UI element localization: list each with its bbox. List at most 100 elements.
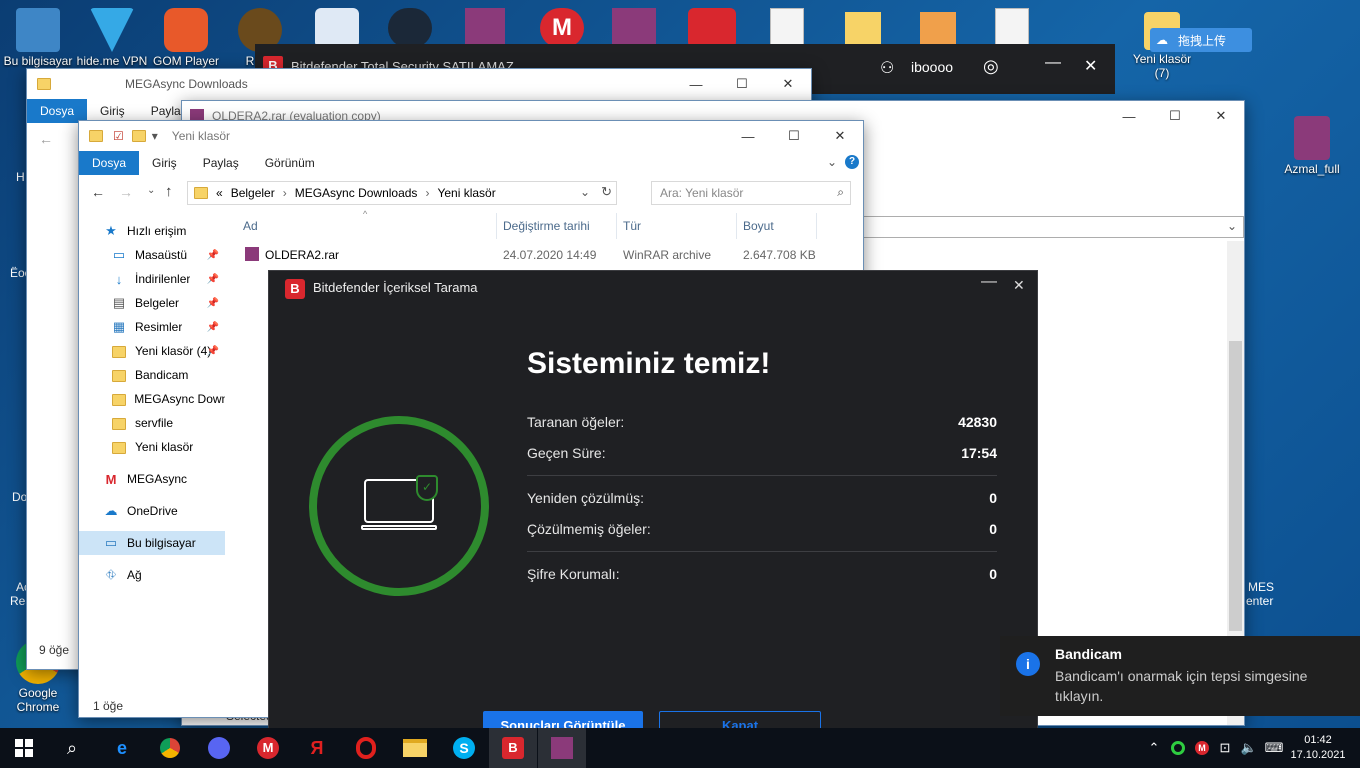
steam-icon[interactable] [388, 8, 432, 48]
tab-home[interactable]: Giriş [87, 99, 138, 123]
minimize-icon[interactable]: — [725, 121, 771, 151]
minimize-icon[interactable]: — [673, 69, 719, 99]
chevron-down-icon[interactable]: ⌄ [580, 185, 590, 199]
maximize-icon[interactable]: ☐ [1152, 101, 1198, 131]
bitdefender-icon[interactable] [688, 8, 736, 48]
breadcrumb-overflow[interactable]: « [216, 186, 223, 200]
discord-icon[interactable] [195, 728, 243, 768]
minimize-icon[interactable]: — [981, 273, 997, 291]
search-input[interactable]: Ara: Yeni klasör ⌕ [651, 181, 851, 205]
recent-locations-icon[interactable]: ⌄ [147, 185, 155, 196]
back-icon[interactable]: ← [39, 131, 53, 147]
nav-item-yeni-klasor-4[interactable]: Yeni klasör (4) 📌 [79, 339, 225, 363]
breadcrumb-separator[interactable]: › [425, 186, 429, 200]
ribbon-expand-icon[interactable]: ⌄ [827, 155, 837, 169]
winrar-icon[interactable] [465, 8, 505, 48]
nav-item-this-pc[interactable]: ▭ Bu bilgisayar [79, 531, 225, 555]
new-folder-icon[interactable] [131, 130, 146, 142]
pin-icon[interactable]: 📌 [207, 322, 219, 333]
refresh-icon[interactable]: ↻ [601, 184, 612, 200]
tab-home[interactable]: Giriş [139, 151, 190, 175]
maximize-icon[interactable]: ☐ [719, 69, 765, 99]
volume-icon[interactable]: 🔈 [1238, 728, 1260, 768]
close-icon[interactable]: ✕ [1084, 56, 1097, 76]
status-circle-icon[interactable] [1168, 728, 1188, 768]
pin-icon[interactable]: 📌 [207, 346, 219, 357]
toast-notification[interactable]: i Bandicam Bandicam'ı onarmak için tepsi… [1000, 636, 1360, 716]
pin-icon[interactable]: 📌 [207, 250, 219, 261]
mega-icon[interactable]: M [540, 8, 584, 48]
nav-item-servfile[interactable]: servfile [79, 411, 225, 435]
nav-item-downloads[interactable]: ↓ İndirilenler 📌 [79, 267, 225, 291]
help-icon[interactable]: ◎ [983, 56, 999, 77]
yandex-icon[interactable]: Я [293, 728, 341, 768]
close-icon[interactable]: ✕ [1198, 101, 1244, 131]
start-button[interactable] [0, 728, 48, 768]
user-icon[interactable]: ⚇ [880, 58, 894, 78]
chrome-icon[interactable] [146, 728, 194, 768]
close-icon[interactable]: ✕ [817, 121, 863, 151]
mega-icon[interactable]: M [244, 728, 292, 768]
input-language-icon[interactable]: ⌨ [1262, 728, 1286, 768]
upload-badge[interactable]: ☁ 拖拽上传 [1150, 28, 1252, 52]
nav-item-desktop[interactable]: ▭ Masaüstü 📌 [79, 243, 225, 267]
document-icon[interactable] [770, 8, 804, 48]
table-row[interactable]: OLDERA2.rar 24.07.2020 14:49 WinRAR arch… [237, 243, 837, 267]
nav-item-yeni-klasor[interactable]: Yeni klasör [79, 435, 225, 459]
nav-item-megasync-downloads[interactable]: MEGAsync Down [79, 387, 225, 411]
desktop-icon-azmal[interactable]: Azmal_full [1274, 116, 1350, 176]
close-icon[interactable]: ✕ [765, 69, 811, 99]
scrollbar-thumb[interactable] [1229, 341, 1242, 631]
action-center-icon[interactable] [1346, 728, 1360, 768]
path-dropdown[interactable]: ⌄ [862, 216, 1244, 238]
help-icon[interactable]: ? [845, 155, 859, 169]
winrar-icon[interactable] [538, 728, 586, 768]
up-icon[interactable]: ↑ [165, 183, 173, 200]
search-icon[interactable]: ⌕ [48, 728, 96, 768]
forward-icon[interactable]: → [119, 184, 133, 200]
bitdefender-taskbar-icon[interactable]: B [489, 728, 537, 768]
show-hidden-icons-icon[interactable]: ⌃ [1144, 728, 1164, 768]
nav-item-network[interactable]: ⛗ Ağ [79, 563, 225, 587]
document-icon[interactable] [995, 8, 1029, 48]
tab-file[interactable]: Dosya [27, 98, 88, 123]
column-header-size[interactable]: Boyut [737, 213, 817, 239]
tab-view[interactable]: Görünüm [252, 151, 328, 175]
winrar-icon[interactable] [612, 8, 656, 48]
column-header-date[interactable]: Değiştirme tarihi [497, 213, 617, 239]
mega-tray-icon[interactable]: M [1192, 728, 1212, 768]
nav-item-documents[interactable]: ▤ Belgeler 📌 [79, 291, 225, 315]
desktop-icon-hideme[interactable]: hide.me VPN [74, 8, 150, 68]
user-name[interactable]: iboooo [911, 59, 953, 75]
address-bar[interactable]: « Belgeler › MEGAsync Downloads › Yeni k… [187, 181, 617, 205]
clock[interactable]: 01:42 17.10.2021 [1290, 728, 1346, 768]
bitdefender-scan-dialog[interactable]: B Bitdefender İçeriksel Tarama — ✕ ✓ Sis… [268, 270, 1038, 741]
nav-item-megasync[interactable]: M MEGAsync [79, 467, 225, 491]
opera-icon[interactable] [342, 728, 390, 768]
breadcrumb-current[interactable]: Yeni klasör [437, 186, 495, 200]
skype-icon[interactable]: S [440, 728, 488, 768]
column-header-name[interactable]: Ad [237, 213, 497, 239]
breadcrumb-separator[interactable]: › [283, 186, 287, 200]
close-icon[interactable]: ✕ [1013, 277, 1025, 294]
properties-icon[interactable]: ☑ [113, 129, 124, 143]
tab-file[interactable]: Dosya [79, 151, 140, 175]
folder-icon[interactable] [920, 12, 956, 46]
edge-icon[interactable]: e [98, 728, 146, 768]
nav-item-onedrive[interactable]: ☁ OneDrive [79, 499, 225, 523]
desktop-icon-gom-player[interactable]: GOM Player [148, 8, 224, 68]
app-icon[interactable] [315, 8, 359, 48]
pin-icon[interactable]: 📌 [207, 298, 219, 309]
file-explorer-icon[interactable] [391, 728, 439, 768]
nav-item-bandicam[interactable]: Bandicam [79, 363, 225, 387]
network-icon[interactable]: ⊡ [1214, 728, 1236, 768]
minimize-icon[interactable]: — [1045, 54, 1061, 72]
minimize-icon[interactable]: — [1106, 101, 1152, 131]
column-header-type[interactable]: Tür [617, 213, 737, 239]
folder-icon[interactable] [845, 12, 881, 46]
nav-item-pictures[interactable]: ▦ Resimler 📌 [79, 315, 225, 339]
maximize-icon[interactable]: ☐ [771, 121, 817, 151]
nav-item-quick-access[interactable]: ★ Hızlı erişim [79, 219, 225, 243]
tab-share[interactable]: Paylaş [190, 151, 252, 175]
breadcrumb-belgeler[interactable]: Belgeler [231, 186, 275, 200]
